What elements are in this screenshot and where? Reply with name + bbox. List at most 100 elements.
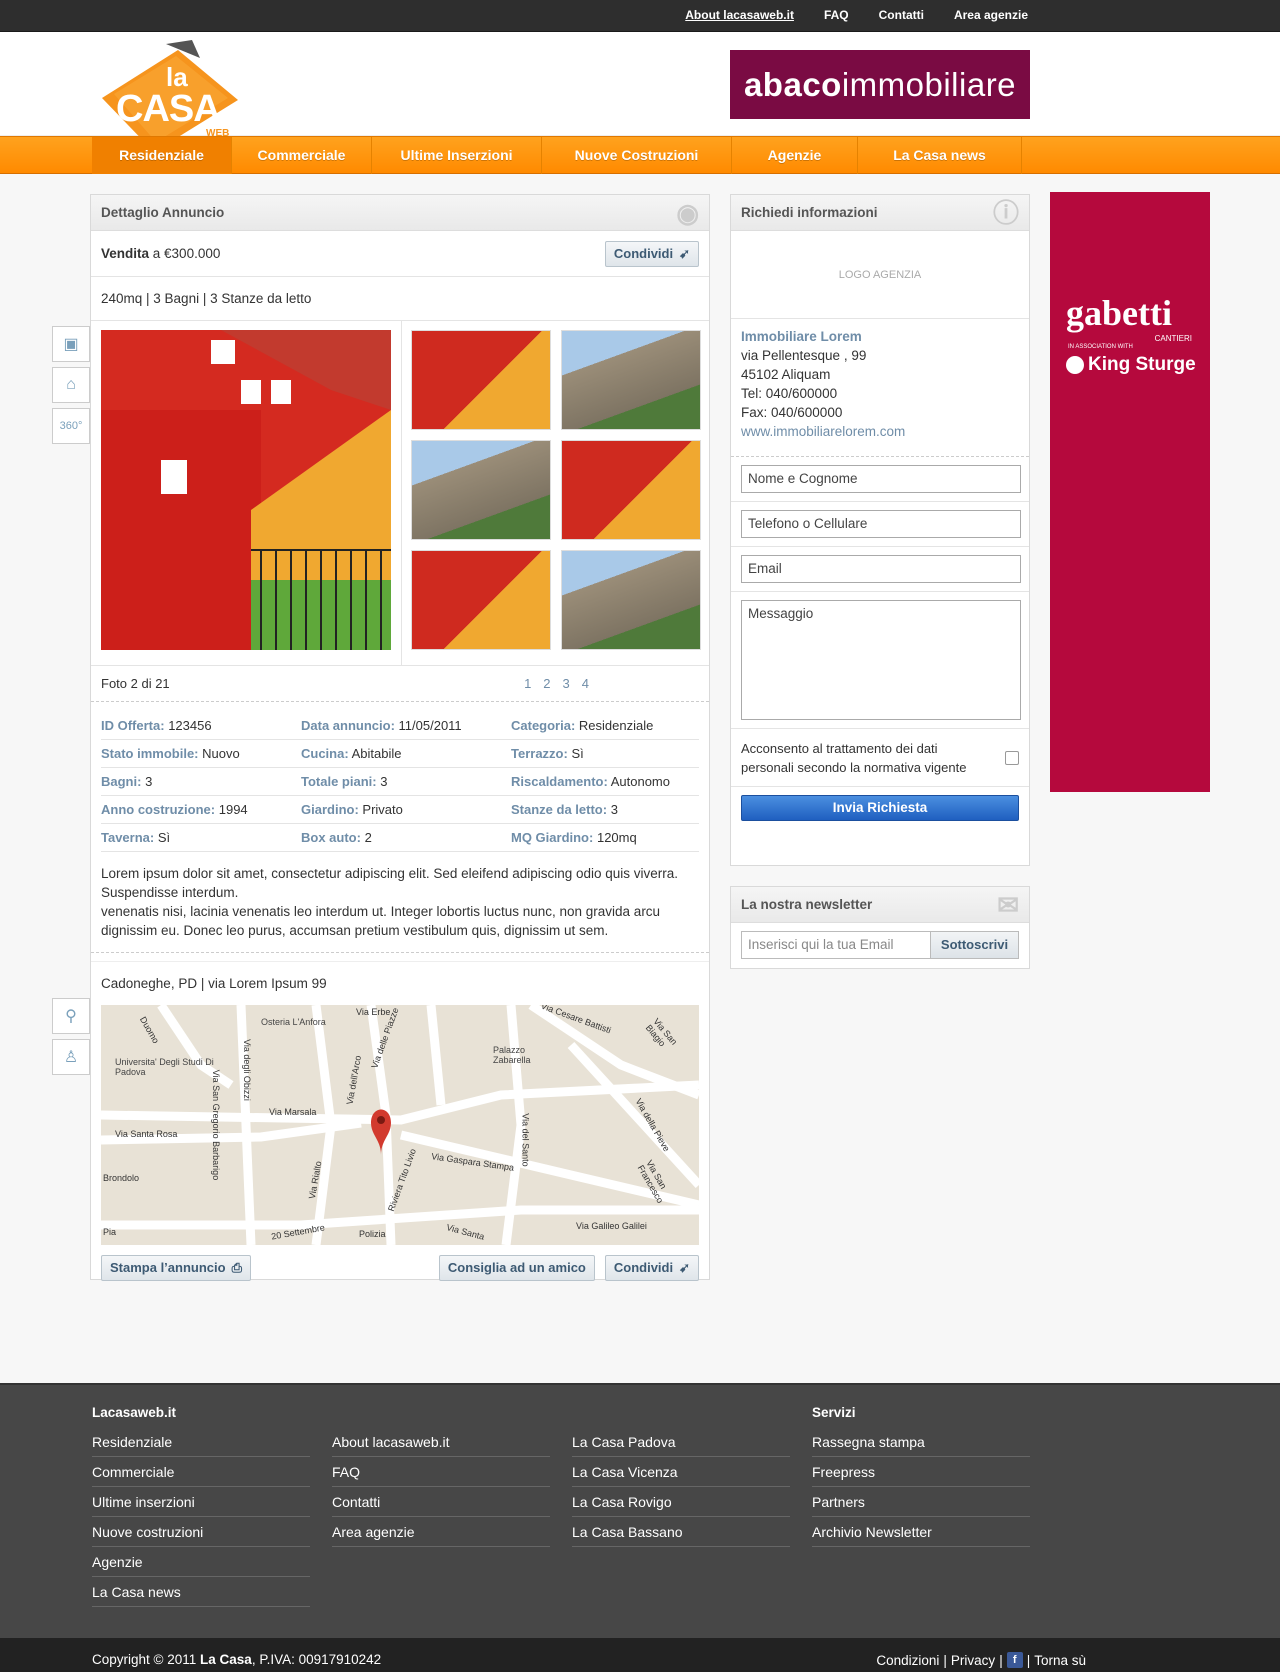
newsletter-email-input[interactable]: Inserisci qui la tua Email: [742, 932, 930, 958]
detail-value: 3: [145, 774, 153, 789]
recommend-button[interactable]: Consiglia ad un amico: [438, 1255, 595, 1281]
top-banner-ad[interactable]: abaco immobiliare: [730, 50, 1030, 119]
separator: |: [999, 1652, 1003, 1668]
page-1[interactable]: 1: [524, 676, 531, 691]
page-2[interactable]: 2: [543, 676, 550, 691]
map-label: Via del Santo: [520, 1113, 531, 1167]
print-button[interactable]: Stampa l’annuncio ⎙: [101, 1255, 251, 1281]
360-icon[interactable]: 360°: [52, 408, 90, 444]
thumbnail-3[interactable]: [411, 440, 551, 540]
footer-link[interactable]: La Casa Vicenza: [572, 1457, 790, 1487]
thumbnail-1[interactable]: [411, 330, 551, 430]
map-label: Via degli Obizzi: [241, 1039, 252, 1101]
streetview-icon[interactable]: ♙: [52, 1039, 90, 1075]
consent-checkbox[interactable]: [1005, 750, 1019, 765]
footer-link[interactable]: Agenzie: [92, 1547, 310, 1577]
name-field[interactable]: Nome e Cognome: [741, 465, 1021, 493]
thumbnail-6[interactable]: [561, 550, 701, 650]
footer-link[interactable]: Archivio Newsletter: [812, 1517, 1030, 1547]
footer-link[interactable]: Ultime inserzioni: [92, 1487, 310, 1517]
video-icon[interactable]: ⌂: [52, 367, 90, 403]
agency-website[interactable]: www.immobiliarelorem.com: [741, 422, 1019, 441]
map-label: Via San Gregorio Barbarigo: [211, 1069, 222, 1181]
footer-link[interactable]: Partners: [812, 1487, 1030, 1517]
footer-link[interactable]: About lacasaweb.it: [332, 1427, 550, 1457]
detail-key: Categoria:: [511, 718, 576, 733]
nav-nuove-costruzioni[interactable]: Nuove Costruzioni: [542, 137, 732, 175]
description-p2: venenatis nisi, lacinia venenatis leo in…: [101, 904, 661, 938]
link-torna-su[interactable]: Torna sù: [1034, 1653, 1086, 1668]
footer-link[interactable]: La Casa news: [92, 1577, 310, 1607]
consent-row: Acconsento al trattamento dei dati perso…: [731, 729, 1029, 787]
side-ad-assoc: IN ASSOCIATION WITH: [1068, 344, 1133, 350]
detail-key: Bagni:: [101, 774, 142, 789]
link-condizioni[interactable]: Condizioni: [876, 1653, 939, 1668]
newsletter-panel: La nostra newsletter ✉ Inserisci qui la …: [730, 886, 1030, 969]
agency-name[interactable]: Immobiliare Lorem: [741, 327, 1019, 346]
submit-button[interactable]: Invia Richiesta: [741, 795, 1019, 821]
detail-value: 123456: [168, 718, 212, 733]
phone-field[interactable]: Telefono o Cellulare: [741, 510, 1021, 538]
map-label: Via Marsala: [269, 1107, 317, 1117]
map-label: Osteria L'Anfora: [261, 1017, 326, 1027]
nav-ultime-inserzioni[interactable]: Ultime Inserzioni: [372, 137, 542, 175]
top-link-area-agenzie[interactable]: Area agenzie: [954, 8, 1028, 22]
footer-link[interactable]: Rassegna stampa: [812, 1427, 1030, 1457]
detail-value: 120mq: [596, 830, 637, 845]
copyright-brand: La Casa: [200, 1652, 252, 1667]
detail-value: 1994: [218, 802, 248, 817]
top-link-contatti[interactable]: Contatti: [879, 8, 924, 22]
facebook-icon[interactable]: f: [1006, 1652, 1023, 1668]
print-icon: ⎙: [231, 1260, 242, 1275]
detail-key: ID Offerta:: [101, 718, 165, 733]
share-button-top[interactable]: Condividi ➹: [604, 240, 699, 267]
newsletter-subscribe-button[interactable]: Sottoscrivi: [930, 932, 1018, 958]
description: Lorem ipsum dolor sit amet, consectetur …: [91, 852, 709, 953]
nav-commerciale[interactable]: Commerciale: [232, 137, 372, 175]
top-link-about[interactable]: About lacasaweb.it: [685, 8, 794, 22]
listing-panel-head: Dettaglio Annuncio ◉: [91, 195, 709, 231]
footer-link[interactable]: Freepress: [812, 1457, 1030, 1487]
map[interactable]: Osteria L'Anfora Universita' Degli Studi…: [101, 1005, 699, 1245]
email-field-row: Email: [731, 547, 1029, 592]
footer-bottom-links: Condizioni | Privacy | f | Torna sù: [876, 1652, 1086, 1668]
main-photo[interactable]: [101, 330, 391, 650]
thumbnail-2[interactable]: [561, 330, 701, 430]
message-field[interactable]: Messaggio: [741, 600, 1021, 720]
page-4[interactable]: 4: [582, 676, 589, 691]
map-label: Pia: [103, 1227, 117, 1237]
thumbnail-4[interactable]: [561, 440, 701, 540]
link-privacy[interactable]: Privacy: [951, 1653, 995, 1668]
side-ad-sub: CANTIERI: [1154, 334, 1192, 343]
footer-link[interactable]: Commerciale: [92, 1457, 310, 1487]
separator: |: [943, 1652, 947, 1668]
copyright-text: Copyright © 2011 La Casa, P.IVA: 0091791…: [92, 1652, 381, 1667]
email-field[interactable]: Email: [741, 555, 1021, 583]
photo-counter: Foto 2 di 21: [101, 676, 170, 691]
separator: |: [1026, 1652, 1031, 1668]
gallery-divider: [401, 321, 402, 666]
agency-city: 45102 Aliquam: [741, 367, 831, 382]
footer-col-4: Servizi Rassegna stampa Freepress Partne…: [812, 1399, 1030, 1547]
photo-icon[interactable]: ▣: [52, 326, 90, 362]
side-banner-ad[interactable]: gabetti CANTIERI IN ASSOCIATION WITH Kin…: [1050, 192, 1210, 792]
nav-la-casa-news[interactable]: La Casa news: [858, 137, 1022, 175]
footer-link[interactable]: La Casa Padova: [572, 1427, 790, 1457]
share-button-bottom[interactable]: Condividi ➹: [604, 1255, 699, 1281]
nav-residenziale[interactable]: Residenziale: [92, 137, 232, 175]
thumbnail-5[interactable]: [411, 550, 551, 650]
footer-link[interactable]: Residenziale: [92, 1427, 310, 1457]
footer-link[interactable]: Area agenzie: [332, 1517, 550, 1547]
footer-link[interactable]: Contatti: [332, 1487, 550, 1517]
phone-field-row: Telefono o Cellulare: [731, 502, 1029, 547]
main-nav: Residenziale Commerciale Ultime Inserzio…: [0, 136, 1280, 175]
footer-link[interactable]: La Casa Bassano: [572, 1517, 790, 1547]
footer-link[interactable]: FAQ: [332, 1457, 550, 1487]
nav-agenzie[interactable]: Agenzie: [732, 137, 858, 175]
map-icon[interactable]: ⚲: [52, 998, 90, 1034]
footer-link[interactable]: La Casa Rovigo: [572, 1487, 790, 1517]
gallery: [91, 321, 709, 666]
footer-link[interactable]: Nuove costruzioni: [92, 1517, 310, 1547]
top-link-faq[interactable]: FAQ: [824, 8, 849, 22]
page-3[interactable]: 3: [563, 676, 570, 691]
